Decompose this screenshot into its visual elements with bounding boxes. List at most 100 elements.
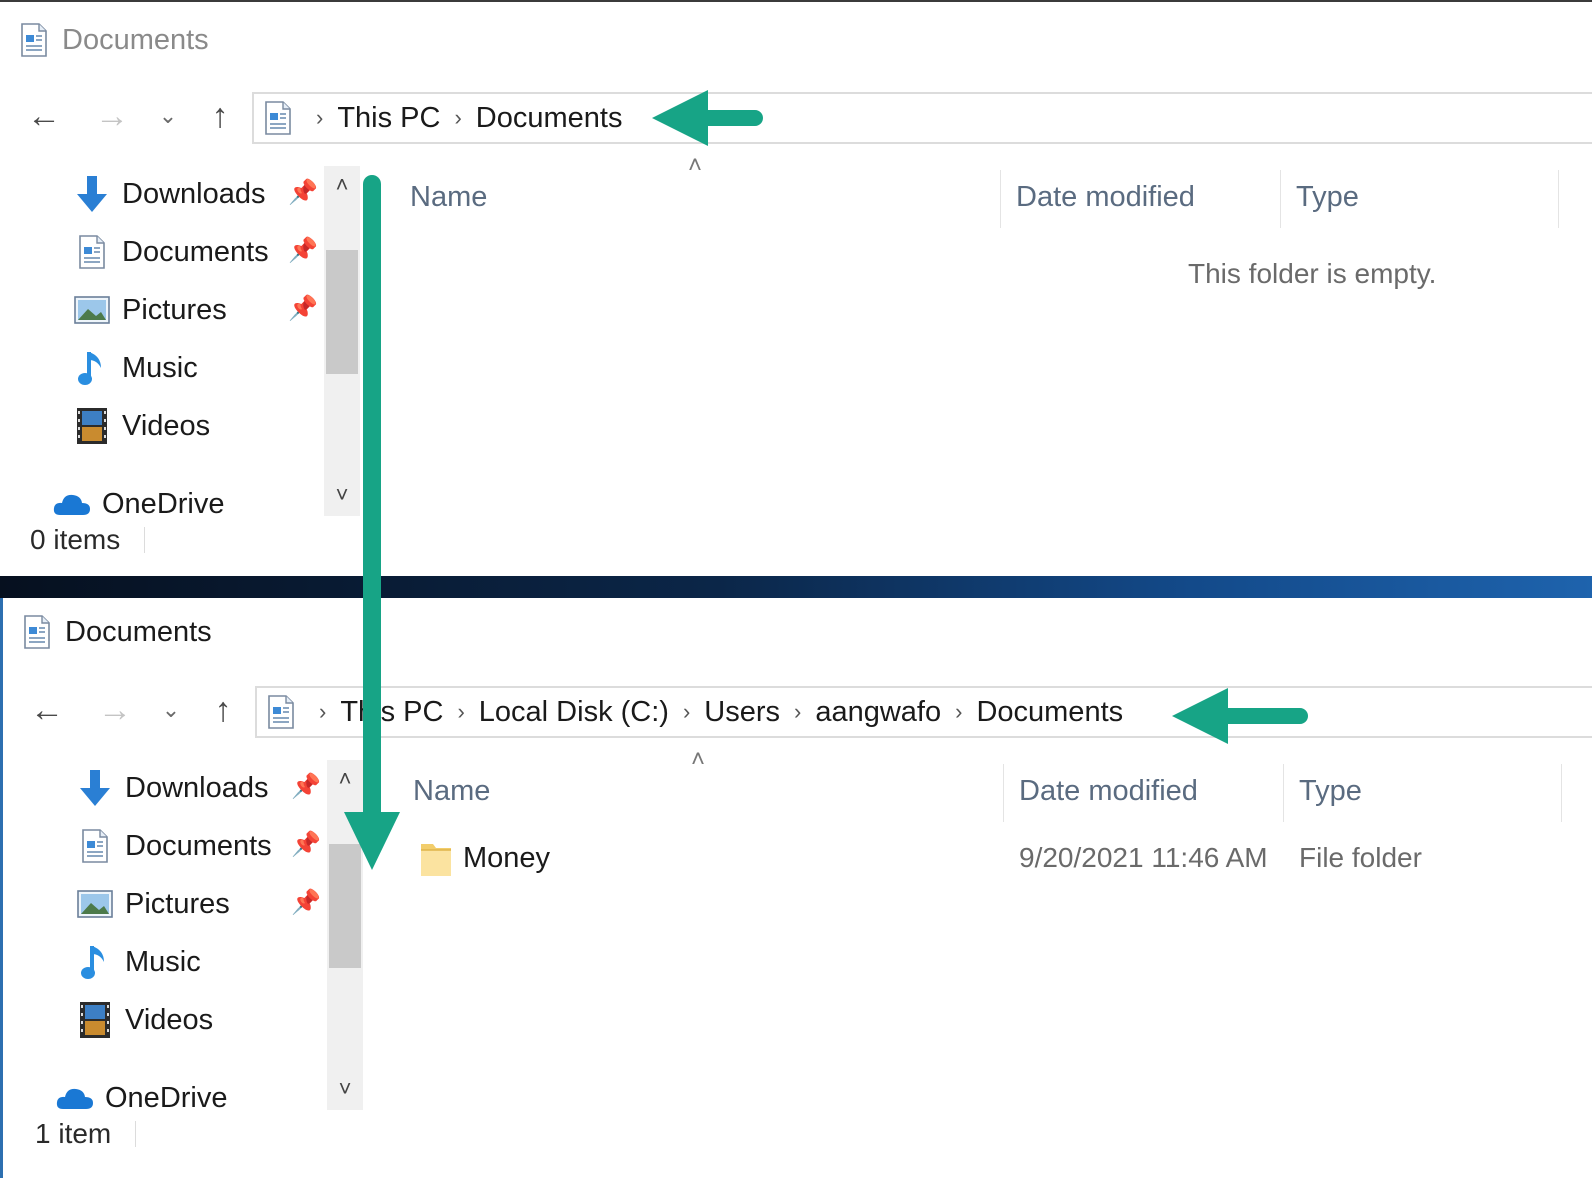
- cloud-icon: [55, 1078, 95, 1118]
- column-divider[interactable]: [1561, 764, 1562, 822]
- sidebar-item-pictures[interactable]: Pictures: [72, 286, 227, 334]
- picture-icon: [72, 290, 112, 330]
- file-name: Money: [463, 842, 551, 874]
- navigation-scrollbar[interactable]: ˄ ˅: [324, 166, 360, 516]
- file-type: File folder: [1299, 842, 1422, 873]
- cloud-icon: [52, 484, 92, 524]
- chevron-right-icon[interactable]: ›: [955, 699, 962, 725]
- document-icon: [23, 614, 51, 650]
- chevron-right-icon[interactable]: ›: [794, 699, 801, 725]
- sidebar-item-downloads[interactable]: Downloads: [75, 764, 268, 812]
- chevron-up-icon[interactable]: ˄: [324, 172, 360, 198]
- scroll-thumb[interactable]: [326, 250, 358, 374]
- video-icon: [75, 1000, 115, 1040]
- breadcrumb-documents[interactable]: Documents: [476, 102, 623, 135]
- address-bar[interactable]: › This PC › Documents: [252, 92, 1592, 144]
- up-arrow-icon[interactable]: ↑: [198, 94, 242, 138]
- sidebar-item-label: Downloads: [122, 177, 266, 210]
- breadcrumb-documents[interactable]: Documents: [976, 696, 1123, 729]
- column-header-name[interactable]: Name: [410, 174, 487, 220]
- breadcrumb-local-disk[interactable]: Local Disk (C:): [479, 696, 669, 729]
- sidebar-item-documents[interactable]: Documents: [72, 228, 269, 276]
- window-title: Documents: [62, 23, 209, 56]
- address-bar[interactable]: › This PC › Local Disk (C:) › Users › aa…: [255, 686, 1592, 738]
- breadcrumb-this-pc[interactable]: This PC: [340, 696, 443, 729]
- video-icon: [72, 406, 112, 446]
- column-header-name[interactable]: Name: [413, 768, 490, 814]
- navigation-pane: Downloads 📌 Documents 📌 Pictures 📌 Music…: [3, 756, 363, 1116]
- navigation-bar: ← → ⌄ ↑ › This PC › Local Disk (C:) › Us…: [25, 682, 1592, 740]
- top-explorer-window: Documents ← → ⌄ ↑ › This PC › Documents …: [0, 0, 1592, 582]
- pin-icon[interactable]: 📌: [291, 772, 321, 801]
- sidebar-item-videos[interactable]: Videos: [72, 402, 210, 450]
- sidebar-item-label: OneDrive: [102, 487, 225, 520]
- column-divider[interactable]: [1003, 764, 1004, 822]
- recent-locations-chevron-icon[interactable]: ⌄: [149, 688, 193, 732]
- sidebar-item-documents[interactable]: Documents: [75, 822, 272, 870]
- chevron-up-icon[interactable]: ˄: [327, 766, 363, 792]
- sidebar-item-label: Music: [122, 351, 198, 384]
- document-icon: [264, 100, 292, 136]
- status-divider: [135, 1121, 137, 1147]
- sidebar-item-label: Documents: [122, 235, 269, 268]
- status-divider: [144, 527, 146, 553]
- column-divider[interactable]: [1000, 170, 1001, 228]
- pin-icon[interactable]: 📌: [288, 294, 318, 323]
- column-header-type[interactable]: Type: [1296, 174, 1359, 220]
- sidebar-item-music[interactable]: Music: [72, 344, 198, 392]
- navigation-scrollbar[interactable]: ˄ ˅: [327, 760, 363, 1110]
- sidebar-item-downloads[interactable]: Downloads: [72, 170, 265, 218]
- document-icon: [20, 22, 48, 58]
- breadcrumb-this-pc[interactable]: This PC: [337, 102, 440, 135]
- sidebar-item-label: Music: [125, 945, 201, 978]
- chevron-down-icon[interactable]: ˅: [324, 482, 360, 508]
- forward-arrow-icon[interactable]: →: [90, 94, 134, 138]
- column-header-date-modified[interactable]: Date modified: [1016, 174, 1195, 220]
- empty-folder-message: This folder is empty.: [1188, 258, 1437, 289]
- column-divider[interactable]: [1558, 170, 1559, 228]
- download-icon: [75, 768, 115, 808]
- breadcrumb-user-folder[interactable]: aangwafo: [815, 696, 941, 729]
- column-divider[interactable]: [1283, 764, 1284, 822]
- table-row[interactable]: Money 9/20/2021 11:46 AM File folder: [363, 834, 1592, 884]
- document-icon: [72, 232, 112, 272]
- breadcrumb-users[interactable]: Users: [704, 696, 780, 729]
- back-arrow-icon[interactable]: ←: [22, 94, 66, 138]
- back-arrow-icon[interactable]: ←: [25, 688, 69, 732]
- picture-icon: [75, 884, 115, 924]
- document-icon: [75, 826, 115, 866]
- sidebar-item-onedrive[interactable]: OneDrive: [52, 480, 225, 528]
- column-divider[interactable]: [1280, 170, 1281, 228]
- status-bar: 1 item: [35, 1118, 137, 1150]
- chevron-right-icon[interactable]: ›: [454, 105, 461, 131]
- sidebar-item-videos[interactable]: Videos: [75, 996, 213, 1044]
- up-arrow-icon[interactable]: ↑: [201, 688, 245, 732]
- chevron-right-icon[interactable]: ›: [457, 699, 464, 725]
- sidebar-item-label: Documents: [125, 829, 272, 862]
- pin-icon[interactable]: 📌: [291, 888, 321, 917]
- sort-caret-icon: ˄: [691, 746, 706, 773]
- sidebar-item-label: Videos: [125, 1003, 214, 1036]
- pin-icon[interactable]: 📌: [288, 236, 318, 265]
- file-date-modified: 9/20/2021 11:46 AM: [1019, 842, 1268, 873]
- pin-icon[interactable]: 📌: [288, 178, 318, 207]
- download-icon: [72, 174, 112, 214]
- chevron-right-icon[interactable]: ›: [319, 699, 326, 725]
- pin-icon[interactable]: 📌: [291, 830, 321, 859]
- navigation-bar: ← → ⌄ ↑ › This PC › Documents: [22, 88, 1592, 146]
- title-bar: Documents: [20, 18, 209, 62]
- sidebar-item-music[interactable]: Music: [75, 938, 201, 986]
- sidebar-item-onedrive[interactable]: OneDrive: [55, 1074, 228, 1122]
- item-count: 0 items: [30, 524, 121, 555]
- scroll-thumb[interactable]: [329, 844, 361, 968]
- chevron-right-icon[interactable]: ›: [683, 699, 690, 725]
- chevron-down-icon[interactable]: ˅: [327, 1076, 363, 1102]
- recent-locations-chevron-icon[interactable]: ⌄: [146, 94, 190, 138]
- sidebar-item-pictures[interactable]: Pictures: [75, 880, 230, 928]
- forward-arrow-icon[interactable]: →: [93, 688, 137, 732]
- music-icon: [72, 348, 112, 388]
- chevron-right-icon[interactable]: ›: [316, 105, 323, 131]
- column-header-date-modified[interactable]: Date modified: [1019, 768, 1198, 814]
- sort-caret-icon: ˄: [688, 152, 703, 179]
- column-header-type[interactable]: Type: [1299, 768, 1362, 814]
